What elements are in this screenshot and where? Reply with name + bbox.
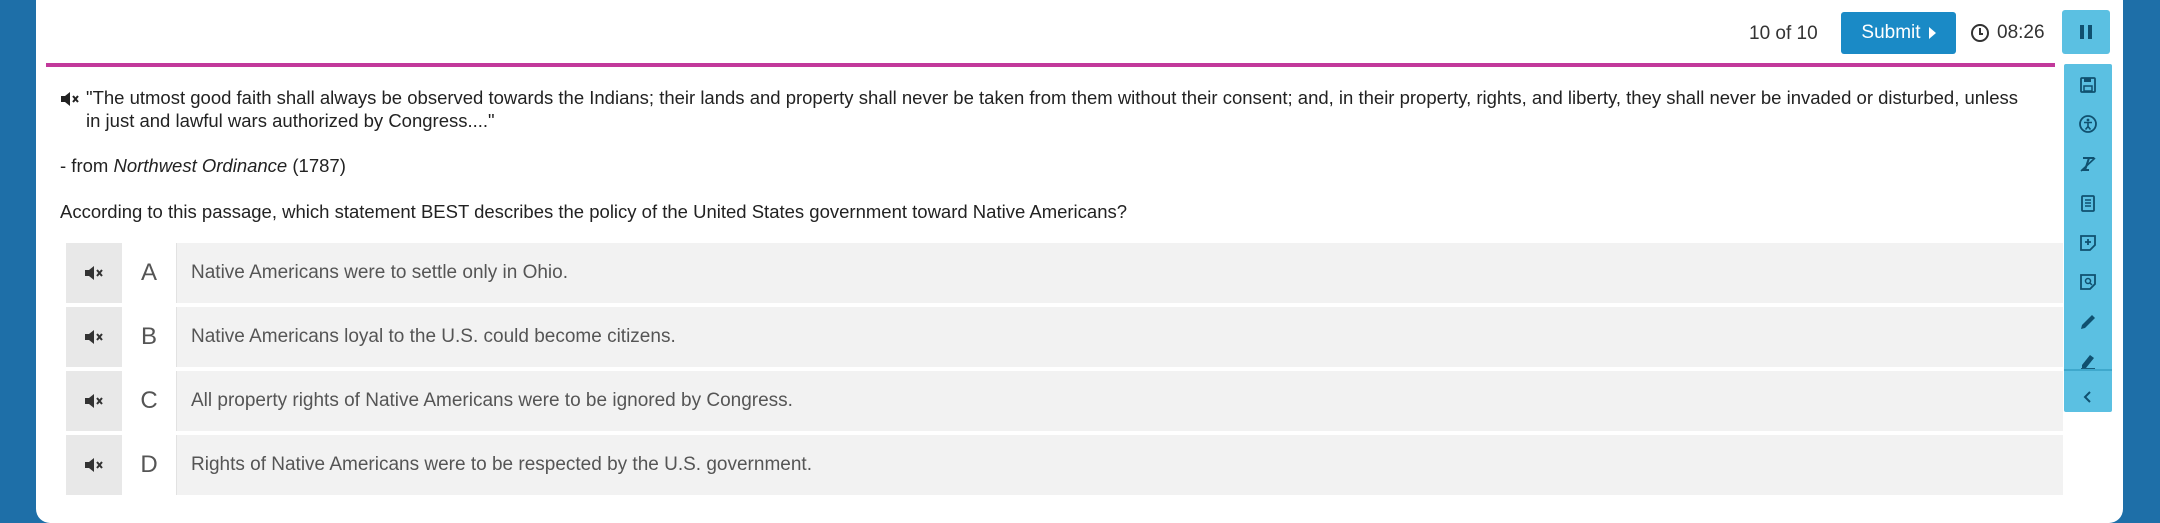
choice-d[interactable]: D Rights of Native Americans were to be … (66, 435, 2063, 495)
choice-text: Rights of Native Americans were to be re… (191, 454, 812, 475)
passage: "The utmost good faith shall always be o… (60, 86, 2020, 223)
mute-speaker-icon (85, 330, 103, 344)
pause-bar-left (2080, 25, 2084, 39)
clock-icon (1971, 24, 1989, 42)
add-note-icon[interactable] (2064, 228, 2112, 258)
mute-speaker-icon (85, 394, 103, 408)
question-stem: According to this passage, which stateme… (60, 201, 1128, 222)
clear-format-icon[interactable] (2064, 149, 2112, 179)
choice-letter: A (122, 243, 177, 303)
pause-bar-right (2088, 25, 2092, 39)
question-progress: 10 of 10 (1749, 23, 1818, 44)
choice-text: Native Americans loyal to the U.S. could… (191, 326, 676, 347)
choice-audio-button[interactable] (66, 371, 122, 431)
accessibility-icon[interactable] (2064, 109, 2112, 139)
timer-text: 08:26 (1997, 22, 2045, 43)
choice-letter: D (122, 435, 177, 495)
passage-source: - from Northwest Ordinance (1787) (60, 154, 2020, 177)
submit-label: Submit (1861, 22, 1921, 43)
notepad-icon[interactable] (2064, 188, 2112, 218)
save-icon[interactable] (2064, 70, 2112, 100)
submit-button[interactable]: Submit (1841, 12, 1956, 54)
choice-letter: C (122, 371, 177, 431)
pencil-icon[interactable] (2064, 307, 2112, 337)
choice-audio-button[interactable] (66, 435, 122, 495)
header-divider (46, 63, 2055, 67)
answer-choices: A Native Americans were to settle only i… (66, 243, 2063, 499)
choice-audio-button[interactable] (66, 243, 122, 303)
highlighter-icon[interactable] (2064, 346, 2112, 376)
timer: 08:26 (1971, 22, 2045, 44)
mute-speaker-icon (85, 266, 103, 280)
mute-speaker-icon (85, 458, 103, 472)
choice-text: Native Americans were to settle only in … (191, 262, 569, 283)
test-card: 10 of 10 Submit 08:26 "The utmost good f… (36, 0, 2123, 523)
play-arrow-icon (1928, 27, 1936, 39)
top-bar: 10 of 10 Submit 08:26 (36, 0, 2123, 64)
choice-text: All property rights of Native Americans … (191, 390, 793, 411)
choice-b[interactable]: B Native Americans loyal to the U.S. cou… (66, 307, 2063, 367)
pause-button[interactable] (2062, 10, 2110, 54)
review-note-icon[interactable] (2064, 267, 2112, 297)
passage-quote: "The utmost good faith shall always be o… (86, 87, 2018, 131)
choice-a[interactable]: A Native Americans were to settle only i… (66, 243, 2063, 303)
mute-speaker-icon[interactable] (60, 86, 86, 112)
source-title: Northwest Ordinance (113, 155, 288, 176)
choice-audio-button[interactable] (66, 307, 122, 367)
choice-c[interactable]: C All property rights of Native American… (66, 371, 2063, 431)
source-prefix: - from (60, 155, 114, 176)
sidebar-divider (2064, 369, 2112, 371)
source-year: (1787) (287, 155, 346, 176)
collapse-chevron-icon[interactable] (2064, 382, 2112, 412)
choice-letter: B (122, 307, 177, 367)
tool-sidebar (2064, 64, 2112, 412)
